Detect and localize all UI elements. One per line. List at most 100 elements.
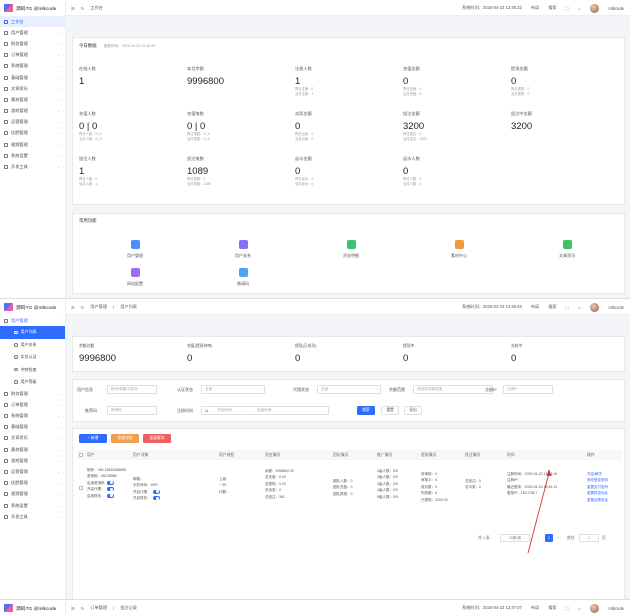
stat-sub: 当月投注：3200 — [403, 137, 427, 141]
stat-label: 在线人数 — [79, 66, 96, 71]
sidebar-item[interactable]: 基础管理 ⌄ — [0, 72, 65, 83]
dashboard-screen: 源码TG @mlkcode 工作台 用户管理 ⌄ 财务管理 ⌄ 订单管理 ⌄ 系统管理 ⌄ 基础管… — [0, 0, 630, 298]
stat-label: 提现金额 — [511, 66, 528, 71]
collapse-icon[interactable]: ☰ — [71, 6, 75, 11]
sidebar: 源码TG @mlkcode 工作台 用户管理 ⌄ 财务管理 ⌄ 订单管理 ⌄ 系统管理 ⌄ 基础管… — [0, 0, 66, 298]
breadcrumb-2[interactable]: 投注记录 — [120, 605, 137, 611]
stat-item: 派奖金额 0 昨日派奖：0 当月派奖：0 — [295, 111, 395, 142]
fullscreen-icon[interactable]: ⛶ — [566, 6, 569, 11]
quick-link-icon — [562, 240, 572, 249]
fullscreen-icon[interactable]: ⛶ — [566, 606, 569, 611]
quick-link[interactable]: 邀请码 — [223, 268, 263, 287]
layout-button[interactable]: 布局 — [531, 5, 539, 11]
quick-link[interactable]: 文章资讯 — [547, 240, 587, 259]
sidebar-item[interactable]: 文章资讯 ⌄ — [0, 83, 65, 94]
menu-icon — [4, 97, 8, 102]
annotation-arrow — [527, 469, 552, 554]
order-screen-partial: 源码TG @mlkcode ☰ ↻ 订单管理 / 投注记录 系统时间：2025-… — [0, 599, 630, 615]
stat-value: 1 — [79, 166, 85, 177]
refresh-icon[interactable]: ↻ — [81, 606, 85, 611]
stat-sub: 当月注册：1 — [295, 92, 314, 96]
stat-value: 9996800 — [187, 76, 224, 87]
menu-icon — [4, 131, 8, 136]
quick-link[interactable]: 用户关系 — [223, 240, 263, 259]
stat-item: 投注人数 1 昨日人数：0 当月人数：1 — [79, 156, 179, 187]
brand-name: 源码TG @mlkcode — [16, 606, 57, 612]
stat-item: 投注中金额 3200 — [511, 111, 611, 132]
quick-link-icon — [238, 268, 248, 277]
stat-item: 充值金额 0 昨日充值：0 当月充值：0 — [403, 66, 503, 97]
stat-value: 0 | 0 — [79, 121, 98, 132]
chevron-down-icon: ⌄ — [57, 75, 60, 80]
stat-item: 注册人数 1 昨日注册：0 当月注册：1 — [295, 66, 395, 97]
stat-label: 本月余额 — [187, 66, 204, 71]
layout-button[interactable]: 布局 — [531, 605, 539, 611]
search-button[interactable]: 搜索 — [548, 605, 556, 611]
quick-link[interactable]: 素材中心 — [439, 240, 479, 259]
menu-icon — [4, 41, 8, 46]
quick-link[interactable]: 用户管理 — [115, 240, 155, 259]
chevron-down-icon: ⌄ — [57, 41, 60, 46]
chevron-down-icon: ⌄ — [57, 64, 60, 69]
quick-link[interactable]: 资金明细 — [331, 240, 371, 259]
stat-value: 0 — [295, 121, 301, 132]
sidebar-item-label: 开发工具 — [11, 164, 28, 170]
sidebar-item[interactable]: 财务管理 ⌄ — [0, 38, 65, 49]
user-name[interactable]: mlkcode — [608, 6, 624, 11]
sidebar-item[interactable]: 视频管理 ⌄ — [0, 139, 65, 150]
breadcrumb-home[interactable]: 工作台 — [90, 5, 103, 11]
sidebar-item[interactable]: 游戏管理 ⌄ — [0, 106, 65, 117]
stat-item: 提现金额 0 昨日提现：0 当月提现：0 — [511, 66, 611, 97]
quick-link-label: 网站配置 — [127, 281, 143, 286]
sidebar-item[interactable]: 系统设置 ⌄ — [0, 150, 65, 161]
quick-link-label: 邀请码 — [237, 281, 249, 286]
brand[interactable]: 源码TG @mlkcode — [0, 0, 65, 16]
search-button[interactable]: 搜索 — [548, 5, 556, 11]
stat-value: 3200 — [403, 121, 425, 132]
settings-icon[interactable]: ☼ — [578, 606, 582, 611]
stat-item: 本月余额 9996800 — [187, 66, 287, 87]
quick-link-label: 文章资讯 — [559, 253, 575, 258]
sidebar-item[interactable]: 用户管理 ⌄ — [0, 27, 65, 38]
stat-item: 返水人数 0 昨日人数：0 当月人数：0 — [403, 156, 503, 187]
sidebar-item-label: 工作台 — [11, 18, 24, 24]
sidebar-item-label: 佳肥管理 — [11, 130, 28, 136]
stat-sub: 当月充值：0 — [403, 92, 422, 96]
stat-item: 返水金额 0 昨日返水：0 当月返水：0 — [295, 156, 395, 187]
nav-list: 工作台 用户管理 ⌄ 财务管理 ⌄ 订单管理 ⌄ 系统管理 ⌄ 基础管理 ⌄ 文章资讯 ⌄ 素材管理 ⌄ 游戏… — [0, 16, 65, 173]
sidebar-item-label: 用户管理 — [11, 29, 28, 35]
breadcrumb-1[interactable]: 订单管理 — [90, 605, 107, 611]
logo-icon — [4, 4, 13, 12]
quick-link[interactable]: 网站配置 — [115, 268, 155, 287]
sidebar-item[interactable]: 开发工具 ⌄ — [0, 161, 65, 172]
stat-label: 投注金额 — [403, 111, 420, 116]
stat-item: 充值人数 0 | 0 昨日人数：0 | 0 当月人数：0 | 0 — [79, 111, 179, 142]
quick-link-icon — [130, 268, 140, 277]
avatar[interactable] — [590, 3, 600, 13]
refresh-icon[interactable]: ↻ — [81, 6, 85, 11]
chevron-down-icon: ⌄ — [57, 30, 60, 35]
menu-icon — [4, 64, 8, 69]
menu-icon — [4, 109, 8, 114]
stat-value: 1089 — [187, 166, 209, 177]
menu-icon — [4, 75, 8, 80]
avatar[interactable] — [590, 603, 600, 613]
collapse-icon[interactable]: ☰ — [71, 606, 75, 611]
sidebar-item[interactable]: 运营管理 ⌄ — [0, 117, 65, 128]
stat-value: 0 | 0 — [187, 121, 206, 132]
chevron-down-icon: ⌄ — [57, 53, 60, 58]
brand-name: 源码TG @mlkcode — [16, 6, 57, 12]
sidebar: 源码TG @mlkcode — [0, 600, 66, 615]
quick-link-icon — [130, 240, 140, 249]
user-name[interactable]: mlkcode — [608, 606, 624, 611]
brand[interactable]: 源码TG @mlkcode — [0, 600, 65, 615]
sidebar-item[interactable]: 系统管理 ⌄ — [0, 61, 65, 72]
topbar-left: ☰ ↻ 工作台 — [71, 0, 103, 16]
sidebar-item[interactable]: 佳肥管理 ⌄ — [0, 128, 65, 139]
sidebar-item[interactable]: 工作台 — [0, 16, 65, 28]
sidebar-item[interactable]: 订单管理 ⌄ — [0, 50, 65, 61]
settings-icon[interactable]: ☼ — [578, 6, 582, 11]
sidebar-item-label: 基础管理 — [11, 74, 28, 80]
sidebar-item[interactable]: 素材管理 ⌄ — [0, 94, 65, 105]
stat-item: 投注笔数 1089 昨日笔数：0 当月笔数：1089 — [187, 156, 287, 187]
